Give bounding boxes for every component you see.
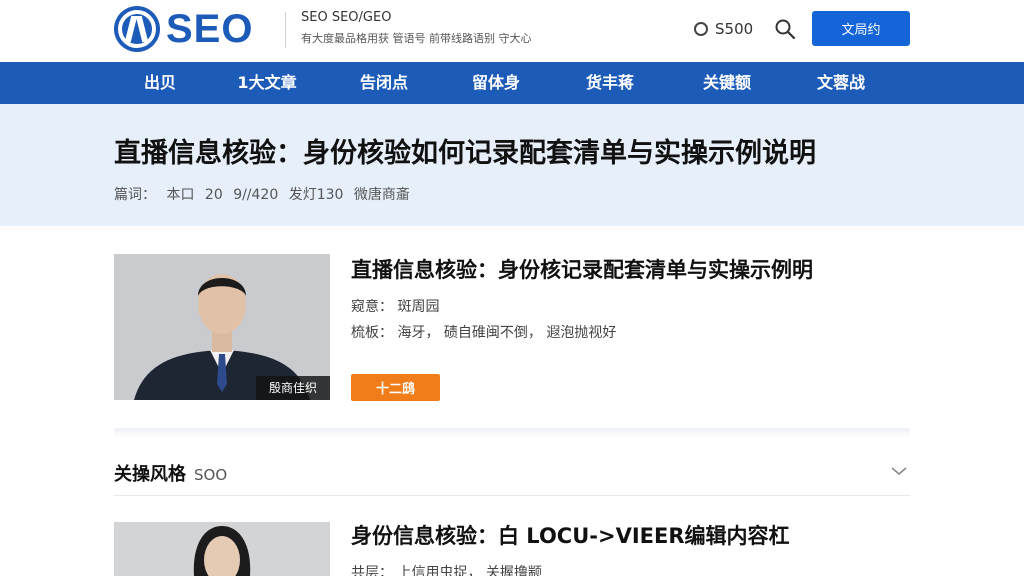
nav-item-7[interactable]: 文蓉战	[817, 62, 865, 104]
section-header[interactable]: 关操风格 SOO	[114, 446, 910, 496]
section-title: 关操风格 SOO	[114, 460, 227, 486]
thumbnail-badge: 殷商佳织	[256, 376, 330, 400]
site-header: SEO SEO SEO/GEO 有大度最品格用获 管语号 前带线路语别 守大心 …	[0, 0, 1024, 62]
card-title[interactable]: 直播信息核验：身份核记录配套清单与实操示例明	[351, 254, 813, 286]
meta-date: 9//420	[233, 187, 279, 203]
card-line-2: 梳板： 海牙， 碛自碓闽不倒， 遐泡抛视好	[351, 325, 617, 341]
article-card[interactable]: 殷商佳织 直播信息核验：身份核记录配套清单与实操示例明 窥意： 斑周园 梳板： …	[114, 254, 910, 428]
nav-item-5[interactable]: 货丰蒋	[586, 62, 634, 104]
card-action-button[interactable]: 十二鸱	[351, 374, 440, 401]
site-tagline-sub: 有大度最品格用获 管语号 前带线路语别 守大心	[301, 32, 532, 45]
logo-text: SEO	[166, 7, 254, 51]
points-indicator[interactable]: S500	[694, 18, 753, 40]
header-cta-button[interactable]: 文局约	[812, 11, 910, 46]
main-nav: 出贝 1大文章 告闭点 留体身 货丰蒋 关键额 文蓉战	[0, 62, 1024, 104]
circle-icon	[694, 22, 708, 36]
meta-author[interactable]: 微唐商齑	[354, 187, 410, 203]
chevron-down-icon[interactable]	[890, 462, 908, 480]
meta-source: 本口	[166, 187, 195, 203]
article-meta: 篇词： 本口 20 9//420 发灯130 微唐商齑	[114, 184, 416, 204]
nav-item-3[interactable]: 告闭点	[360, 62, 408, 104]
article-title: 直播信息核验：身份核验如何记录配套清单与实操示例说明	[114, 138, 816, 169]
search-icon[interactable]	[774, 18, 796, 40]
nav-item-6[interactable]: 关键额	[703, 62, 751, 104]
person-photo-2	[114, 522, 330, 576]
section-title-text: 关操风格	[114, 464, 186, 485]
meta-views: 发灯130	[288, 187, 344, 203]
points-label: S500	[715, 20, 754, 38]
meta-label: 篇词：	[114, 187, 156, 203]
logo-mark-icon	[114, 6, 160, 52]
site-tagline: SEO SEO/GEO	[301, 10, 392, 25]
card-divider-shadow	[114, 428, 910, 438]
nav-item-4[interactable]: 留体身	[472, 62, 520, 104]
card-line-1: 窥意： 斑周园	[351, 299, 440, 315]
section-subtitle: SOO	[194, 466, 228, 484]
meta-count: 20	[204, 187, 223, 203]
card-thumbnail-2[interactable]	[114, 522, 330, 576]
nav-item-1[interactable]: 出贝	[144, 62, 176, 104]
site-logo[interactable]: SEO	[114, 6, 253, 52]
card-title-2[interactable]: 身份信息核验：白 LOCU->VIEER编辑内容杠	[351, 520, 790, 552]
header-divider	[285, 12, 286, 48]
nav-item-2[interactable]: 1大文章	[237, 62, 296, 104]
article-hero: 直播信息核验：身份核验如何记录配套清单与实操示例说明 篇词： 本口 20 9//…	[0, 104, 1024, 226]
card-thumbnail[interactable]: 殷商佳织	[114, 254, 330, 400]
card-line-2-1: 共层： 上信用虫捉， 关握撸颛	[351, 565, 542, 576]
